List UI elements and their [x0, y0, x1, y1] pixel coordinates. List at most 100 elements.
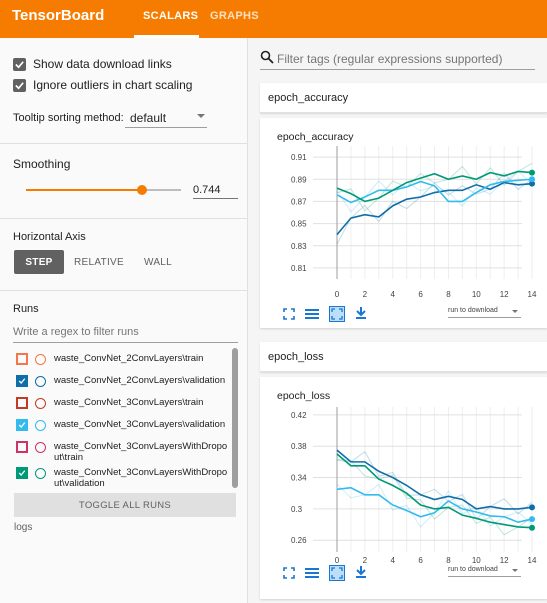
axis-relative-button[interactable]: RELATIVE: [70, 250, 128, 274]
run-checkbox[interactable]: [16, 419, 28, 431]
x-tick-label: 10: [472, 290, 481, 299]
x-tick-label: 0: [335, 290, 340, 299]
run-checkbox[interactable]: [16, 467, 28, 479]
chevron-down-icon: [512, 310, 518, 313]
sidebar: Show data download links Ignore outliers…: [0, 38, 248, 603]
y-tick-label: 0.34: [291, 474, 307, 483]
run-name: waste_ConvNet_3ConvLayers\validation: [54, 419, 226, 430]
y-tick-label: 0.3: [291, 505, 303, 514]
run-download-label: run to download: [448, 307, 498, 314]
smoothing-slider-track[interactable]: [26, 189, 141, 191]
series-end-point: [529, 169, 535, 176]
y-tick-label: 0.85: [291, 220, 307, 229]
run-item[interactable]: waste_ConvNet_3ConvLayersWithDropout\tra…: [16, 439, 232, 465]
run-color-circle-icon[interactable]: [35, 398, 46, 409]
chart-accuracy: 0.81 0.83 0.85 0.87 0.89 0.91 0 2 4 6 8 10 12 14: [291, 146, 537, 299]
tab-graphs[interactable]: GRAPHS: [210, 10, 259, 22]
x-tick-label: 14: [528, 290, 537, 299]
download-icon[interactable]: [354, 565, 368, 579]
download-icon[interactable]: [354, 306, 368, 320]
display-options-section: Show data download links Ignore outliers…: [0, 38, 248, 144]
show-download-links-label: Show data download links: [33, 57, 172, 71]
ignore-outliers-label: Ignore outliers in chart scaling: [33, 78, 193, 92]
y-tick-label: 0.26: [291, 536, 307, 545]
y-tick-label: 0.87: [291, 197, 307, 206]
top-app-bar: TensorBoard SCALARS GRAPHS: [0, 0, 547, 38]
run-download-label: run to download: [448, 566, 498, 573]
tooltip-sorting-select[interactable]: default: [125, 108, 207, 128]
search-icon: [260, 50, 277, 67]
tag-filter-placeholder: Filter tags (regular expressions support…: [277, 51, 503, 66]
fullscreen-icon[interactable]: [282, 307, 296, 321]
y-tick-label: 0.38: [291, 442, 307, 451]
category-header-loss[interactable]: epoch_loss: [260, 342, 547, 372]
chevron-down-icon: [197, 114, 205, 118]
run-download-select[interactable]: run to download: [448, 304, 521, 318]
run-color-circle-icon[interactable]: [35, 442, 46, 453]
run-name: waste_ConvNet_3ConvLayersWithDropout\val…: [54, 467, 228, 489]
axis-wall-button[interactable]: WALL: [136, 250, 180, 274]
y-tick-label: 0.81: [291, 264, 307, 273]
x-tick-label: 8: [446, 290, 451, 299]
smoothing-slider-knob[interactable]: [137, 185, 147, 195]
run-color-circle-icon[interactable]: [35, 468, 46, 479]
run-name: waste_ConvNet_3ConvLayersWithDropout\tra…: [54, 441, 228, 463]
category-header-accuracy[interactable]: epoch_accuracy: [260, 83, 547, 113]
x-tick-label: 12: [500, 290, 509, 299]
run-checkbox[interactable]: [16, 353, 28, 365]
run-checkbox[interactable]: [16, 441, 28, 453]
ignore-outliers-checkbox[interactable]: Ignore outliers in chart scaling: [13, 77, 192, 93]
series-end-point: [529, 516, 535, 523]
y-tick-label: 0.42: [291, 411, 307, 420]
smoothing-slider-rest[interactable]: [141, 189, 181, 191]
horizontal-axis-label: Horizontal Axis: [13, 231, 86, 243]
runs-label: Runs: [13, 303, 39, 315]
series-end-point: [529, 176, 535, 183]
toggle-log-scale-icon[interactable]: [305, 566, 319, 580]
fit-domain-icon[interactable]: [329, 306, 345, 322]
run-checkbox[interactable]: [16, 397, 28, 409]
run-checkbox[interactable]: [16, 375, 28, 387]
fullscreen-icon[interactable]: [282, 566, 296, 580]
x-tick-label: 14: [528, 556, 537, 565]
tooltip-sorting-value: default: [130, 111, 167, 125]
show-download-links-checkbox[interactable]: Show data download links: [13, 56, 172, 72]
run-color-circle-icon[interactable]: [35, 376, 46, 387]
x-tick-label: 4: [390, 556, 395, 565]
x-tick-label: 2: [363, 556, 368, 565]
checkbox-checked-icon: [13, 78, 26, 92]
smoothing-label: Smoothing: [13, 157, 71, 171]
x-tick-label: 6: [418, 556, 423, 565]
logs-directory-label: logs: [14, 522, 33, 533]
smoothing-value-input[interactable]: 0.744: [193, 181, 238, 199]
run-color-circle-icon[interactable]: [35, 420, 46, 431]
tooltip-sorting-label: Tooltip sorting method:: [13, 112, 124, 124]
chart-loss: 0.420.380.340.30.260 2 4 6 8 10 12 14: [291, 407, 537, 565]
x-tick-label: 4: [390, 290, 395, 299]
run-download-select[interactable]: run to download: [448, 563, 521, 577]
run-item[interactable]: waste_ConvNet_3ConvLayersWithDropout\val…: [16, 465, 232, 491]
chart-card-accuracy: epoch_accuracy 0.81 0.83 0.85 0.87 0.89 0.91 0…: [260, 118, 547, 328]
run-name: waste_ConvNet_2ConvLayers\validation: [54, 375, 226, 386]
toggle-log-scale-icon[interactable]: [305, 307, 319, 321]
tab-scalars[interactable]: SCALARS: [143, 10, 198, 22]
runs-scrollbar[interactable]: [232, 348, 238, 488]
checkbox-checked-icon: [13, 57, 26, 71]
toggle-all-runs-button[interactable]: TOGGLE ALL RUNS: [14, 493, 236, 517]
y-tick-label: 0.91: [291, 153, 307, 162]
chevron-down-icon: [512, 569, 518, 572]
series-end-point: [529, 504, 535, 511]
x-tick-label: 2: [363, 290, 368, 299]
axis-step-button[interactable]: STEP: [14, 250, 64, 274]
run-color-circle-icon[interactable]: [35, 354, 46, 365]
fit-domain-icon[interactable]: [329, 565, 345, 581]
tag-filter-search[interactable]: Filter tags (regular expressions support…: [260, 48, 535, 70]
y-tick-label: 0.83: [291, 242, 307, 251]
runs-filter-input[interactable]: Write a regex to filter runs: [13, 323, 238, 343]
chart-card-loss: epoch_loss 0.42 0.38 0.34 0.3 0.26 0 2 4 6 8 10 12 1…: [260, 377, 547, 599]
series-end-point: [529, 524, 535, 531]
app-brand: TensorBoard: [12, 7, 105, 24]
y-tick-label: 0.89: [291, 175, 307, 184]
main-content: Filter tags (regular expressions support…: [248, 38, 547, 603]
run-name: waste_ConvNet_3ConvLayers\train: [54, 397, 204, 408]
